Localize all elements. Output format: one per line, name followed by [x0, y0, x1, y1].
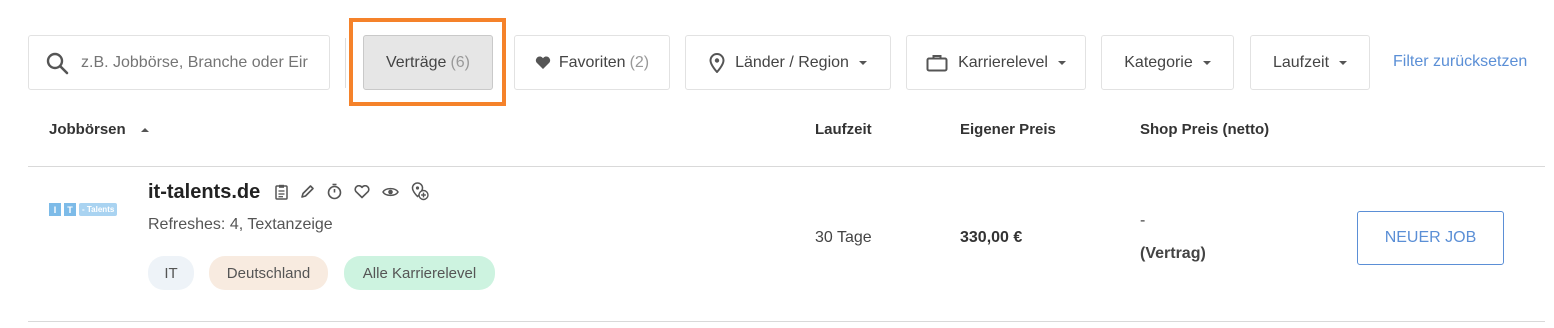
reset-filters-link[interactable]: Filter zurücksetzen — [1393, 53, 1527, 71]
column-header-jobboards[interactable]: Jobbörsen — [49, 121, 149, 138]
search-input[interactable] — [79, 52, 329, 73]
chevron-down-icon — [1057, 60, 1066, 65]
eye-icon[interactable] — [382, 186, 399, 198]
duration-filter-dropdown[interactable]: Laufzeit — [1250, 35, 1370, 90]
search-box[interactable] — [28, 35, 330, 90]
cell-shop-price-note: (Vertrag) — [1140, 245, 1206, 262]
category-label: Kategorie — [1124, 53, 1193, 71]
filter-divider — [345, 38, 346, 88]
tag-category: IT — [148, 256, 194, 290]
favorites-label: Favoriten — [558, 53, 626, 71]
category-filter-dropdown[interactable]: Kategorie — [1101, 35, 1234, 90]
career-level-label: Karrierelevel — [958, 53, 1048, 71]
favorites-count: (2) — [629, 53, 650, 71]
column-header-shop-price: Shop Preis (netto) — [1140, 121, 1270, 138]
jobboard-logo: I T - Talents — [49, 203, 118, 216]
map-pin-icon — [709, 52, 725, 73]
search-icon — [45, 51, 69, 75]
location-add-icon[interactable] — [411, 182, 429, 201]
duration-label: Laufzeit — [1272, 53, 1330, 71]
sort-ascending-icon — [140, 127, 149, 132]
logo-wordmark: - Talents — [79, 203, 118, 216]
jobboard-details: Refreshes: 4, Textanzeige — [148, 216, 333, 233]
chevron-down-icon — [858, 60, 867, 65]
contracts-count: (6) — [450, 53, 471, 71]
column-header-label: Jobbörsen — [49, 121, 126, 138]
stopwatch-icon[interactable] — [327, 183, 342, 200]
briefcase-icon — [926, 54, 948, 72]
cell-own-price: 330,00 € — [960, 229, 1023, 246]
row-action-icons — [275, 182, 429, 201]
column-header-own-price: Eigener Preis — [960, 121, 1056, 138]
cell-duration: 30 Tage — [815, 229, 872, 246]
contracts-label: Verträge — [385, 53, 447, 71]
favorites-filter-button[interactable]: Favoriten (2) — [514, 35, 670, 90]
cell-shop-price-dash: - — [1140, 212, 1146, 229]
contracts-filter-button[interactable]: Verträge (6) — [363, 35, 493, 90]
new-job-button[interactable]: NEUER JOB — [1357, 211, 1504, 265]
pencil-icon[interactable] — [300, 184, 315, 199]
row-divider — [28, 321, 1545, 322]
jobboard-name[interactable]: it-talents.de — [148, 181, 260, 204]
heart-icon[interactable] — [354, 184, 370, 199]
logo-letter: T — [64, 203, 76, 216]
chevron-down-icon — [1202, 60, 1211, 65]
clipboard-icon[interactable] — [275, 184, 288, 200]
tag-career-level: Alle Karrierelevel — [344, 256, 495, 290]
logo-letter: I — [49, 203, 61, 216]
countries-filter-dropdown[interactable]: Länder / Region — [685, 35, 891, 90]
chevron-down-icon — [1339, 60, 1348, 65]
countries-label: Länder / Region — [735, 53, 849, 71]
career-level-filter-dropdown[interactable]: Karrierelevel — [906, 35, 1086, 90]
heart-icon — [535, 55, 551, 70]
column-header-duration: Laufzeit — [815, 121, 872, 138]
tag-country: Deutschland — [209, 256, 328, 290]
